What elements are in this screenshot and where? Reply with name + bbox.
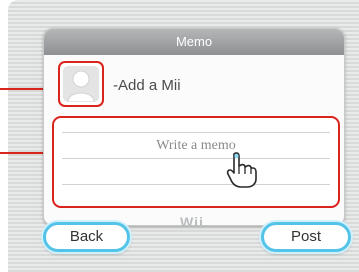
memo-input[interactable]: Write a memo: [52, 116, 340, 208]
memo-rule: [62, 158, 330, 159]
add-mii-button[interactable]: [58, 61, 104, 107]
back-button[interactable]: Back: [43, 222, 130, 252]
memo-rule: [62, 184, 330, 185]
post-button[interactable]: Post: [261, 222, 351, 252]
mii-placeholder-icon: [63, 66, 99, 102]
dialog-title: Memo: [44, 29, 344, 55]
hand-pointer-icon: [226, 152, 257, 188]
memo-placeholder: Write a memo: [156, 138, 236, 153]
wii-logo: Wii: [180, 214, 204, 230]
add-mii-label: -Add a Mii: [113, 77, 181, 94]
memo-rule: [62, 132, 330, 133]
